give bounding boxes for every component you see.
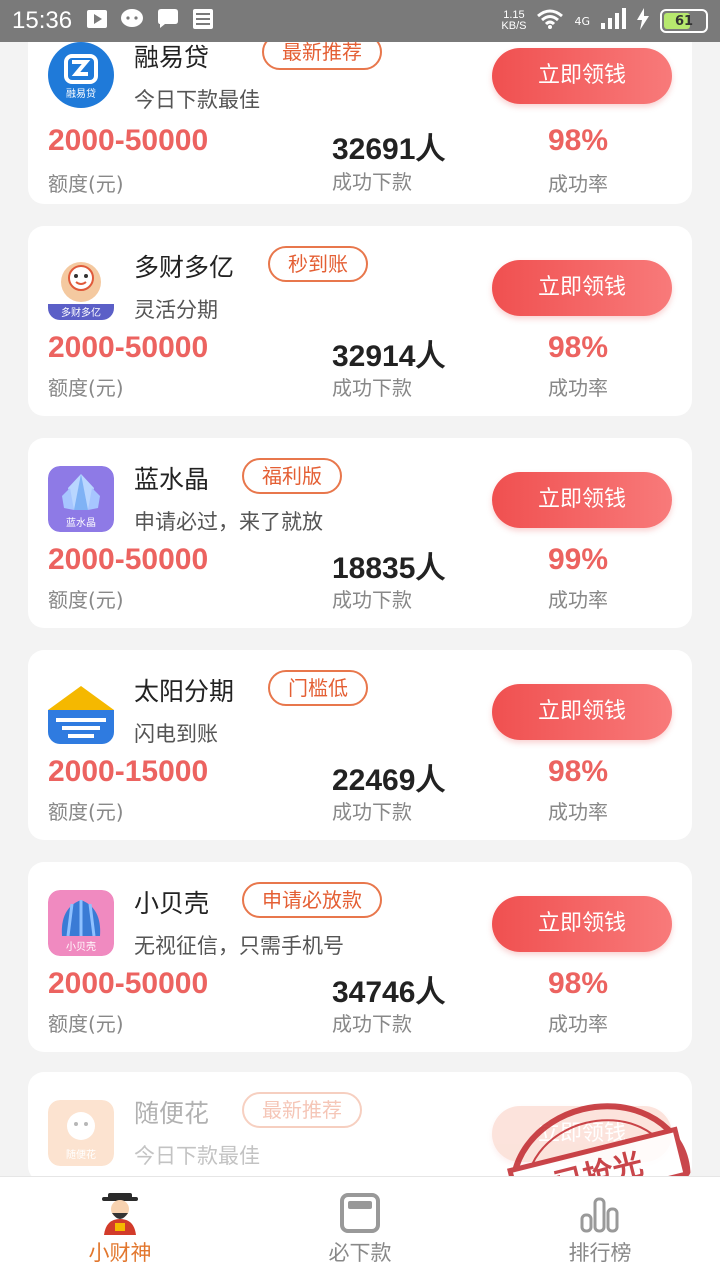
loan-card[interactable]: 蓝水晶 蓝水晶 福利版 申请必过，来了就放 立即领钱 2000-50000 额度… [28, 438, 692, 628]
loan-desc: 今日下款最佳 [134, 88, 260, 112]
wallet-icon [338, 1191, 382, 1239]
success-count: 32914人 [332, 340, 446, 373]
claim-button[interactable]: 立即领钱 [492, 472, 672, 528]
news-icon [192, 8, 214, 34]
loan-tag: 福利版 [242, 458, 342, 494]
count-label: 成功下款 [332, 1012, 412, 1036]
svg-text:随便花: 随便花 [66, 1148, 96, 1161]
amount-label: 额度(元) [48, 376, 124, 400]
bar-chart-icon [578, 1191, 622, 1239]
app-logo-duocaiduoyi: 多财多亿 [48, 254, 114, 320]
app-logo-rongyidai: 融易贷 [48, 42, 114, 108]
count-label: 成功下款 [332, 376, 412, 400]
rate-label: 成功率 [548, 1012, 608, 1036]
success-count: 18835人 [332, 552, 446, 585]
success-count: 22469人 [332, 764, 446, 797]
amount-label: 额度(元) [48, 588, 124, 612]
loan-desc: 申请必过，来了就放 [134, 510, 323, 534]
loan-tag: 秒到账 [268, 246, 368, 282]
loan-amount: 2000-50000 [48, 331, 209, 364]
success-rate: 98% [548, 124, 609, 157]
count-label: 成功下款 [332, 588, 412, 612]
chat-icon [120, 8, 144, 34]
success-rate: 98% [548, 967, 609, 1000]
loan-card-sold-out: 随便花 随便花 最新推荐 今日下款最佳 立即领钱 已抢光 [28, 1072, 692, 1182]
rate-label: 成功率 [548, 172, 608, 196]
loan-amount: 2000-50000 [48, 967, 209, 1000]
fortune-god-icon [98, 1191, 142, 1239]
claim-button[interactable]: 立即领钱 [492, 896, 672, 952]
net-speed: 1.15 KB/S [501, 9, 527, 32]
svg-text:小贝壳: 小贝壳 [66, 940, 96, 953]
app-logo-xiaobeike: 小贝壳 [48, 890, 114, 956]
loan-card[interactable]: 多财多亿 多财多亿 秒到账 灵活分期 立即领钱 2000-50000 额度(元)… [28, 226, 692, 416]
wifi-icon [536, 8, 564, 34]
loan-name: 小贝壳 [134, 889, 210, 918]
loan-card[interactable]: 融易贷 融易贷 最新推荐 今日下款最佳 立即领钱 2000-50000 额度(元… [28, 14, 692, 204]
svg-text:多财多亿: 多财多亿 [61, 306, 101, 319]
success-rate: 98% [548, 755, 609, 788]
loan-amount: 2000-50000 [48, 543, 209, 576]
loan-desc: 闪电到账 [134, 722, 218, 746]
count-label: 成功下款 [332, 800, 412, 824]
claim-button[interactable]: 立即领钱 [492, 260, 672, 316]
success-count: 32691人 [332, 133, 446, 166]
success-rate: 98% [548, 331, 609, 364]
app-logo-lanshuijing: 蓝水晶 [48, 466, 114, 532]
loan-name: 随便花 [134, 1099, 210, 1128]
loan-name: 多财多亿 [134, 253, 235, 282]
status-bar: 15:36 1.15 KB/S 4G 61 [0, 0, 720, 42]
loan-desc: 无视征信，只需手机号 [134, 934, 344, 958]
nav-label: 排行榜 [568, 1241, 632, 1265]
battery-indicator: 61 [660, 9, 708, 33]
app-logo-suibianhua: 随便花 [48, 1100, 114, 1166]
rate-label: 成功率 [548, 800, 608, 824]
nav-label: 必下款 [328, 1241, 392, 1265]
loan-desc: 灵活分期 [134, 298, 218, 322]
nav-tab-ranking[interactable]: 排行榜 [480, 1177, 720, 1281]
success-count: 34746人 [332, 976, 446, 1009]
svg-text:融易贷: 融易贷 [66, 87, 96, 100]
nav-label: 小财神 [88, 1241, 152, 1265]
bottom-nav: 小财神 必下款 排行榜 [0, 1176, 720, 1281]
status-time: 15:36 [12, 7, 73, 34]
svg-text:蓝水晶: 蓝水晶 [66, 517, 96, 529]
amount-label: 额度(元) [48, 1012, 124, 1036]
loan-card[interactable]: 太阳分期 门槛低 闪电到账 立即领钱 2000-15000 额度(元) 2246… [28, 650, 692, 840]
loan-amount: 2000-15000 [48, 755, 209, 788]
app-logo-taiyangfenqi [48, 678, 114, 744]
nav-tab-fortune[interactable]: 小财神 [0, 1177, 240, 1281]
nav-tab-must-loan[interactable]: 必下款 [240, 1177, 480, 1281]
loan-name: 融易贷 [134, 43, 210, 72]
loan-name: 蓝水晶 [134, 465, 210, 494]
loan-desc: 今日下款最佳 [134, 1144, 260, 1168]
count-label: 成功下款 [332, 170, 412, 194]
loan-tag: 最新推荐 [242, 1092, 362, 1128]
loan-tag: 门槛低 [268, 670, 368, 706]
loan-card[interactable]: 小贝壳 小贝壳 申请必放款 无视征信，只需手机号 立即领钱 2000-50000… [28, 862, 692, 1052]
charging-icon [636, 8, 650, 34]
signal-icon [600, 8, 626, 34]
sold-out-stamp: 已抢光 [486, 1072, 692, 1182]
amount-label: 额度(元) [48, 172, 124, 196]
claim-button[interactable]: 立即领钱 [492, 684, 672, 740]
message-icon [156, 8, 180, 34]
rate-label: 成功率 [548, 588, 608, 612]
success-rate: 99% [548, 543, 609, 576]
network-type: 4G [574, 14, 590, 28]
amount-label: 额度(元) [48, 800, 124, 824]
loan-tag: 申请必放款 [242, 882, 382, 918]
claim-button[interactable]: 立即领钱 [492, 48, 672, 104]
play-icon [86, 8, 108, 34]
loan-name: 太阳分期 [134, 677, 235, 706]
rate-label: 成功率 [548, 376, 608, 400]
loan-amount: 2000-50000 [48, 124, 209, 157]
